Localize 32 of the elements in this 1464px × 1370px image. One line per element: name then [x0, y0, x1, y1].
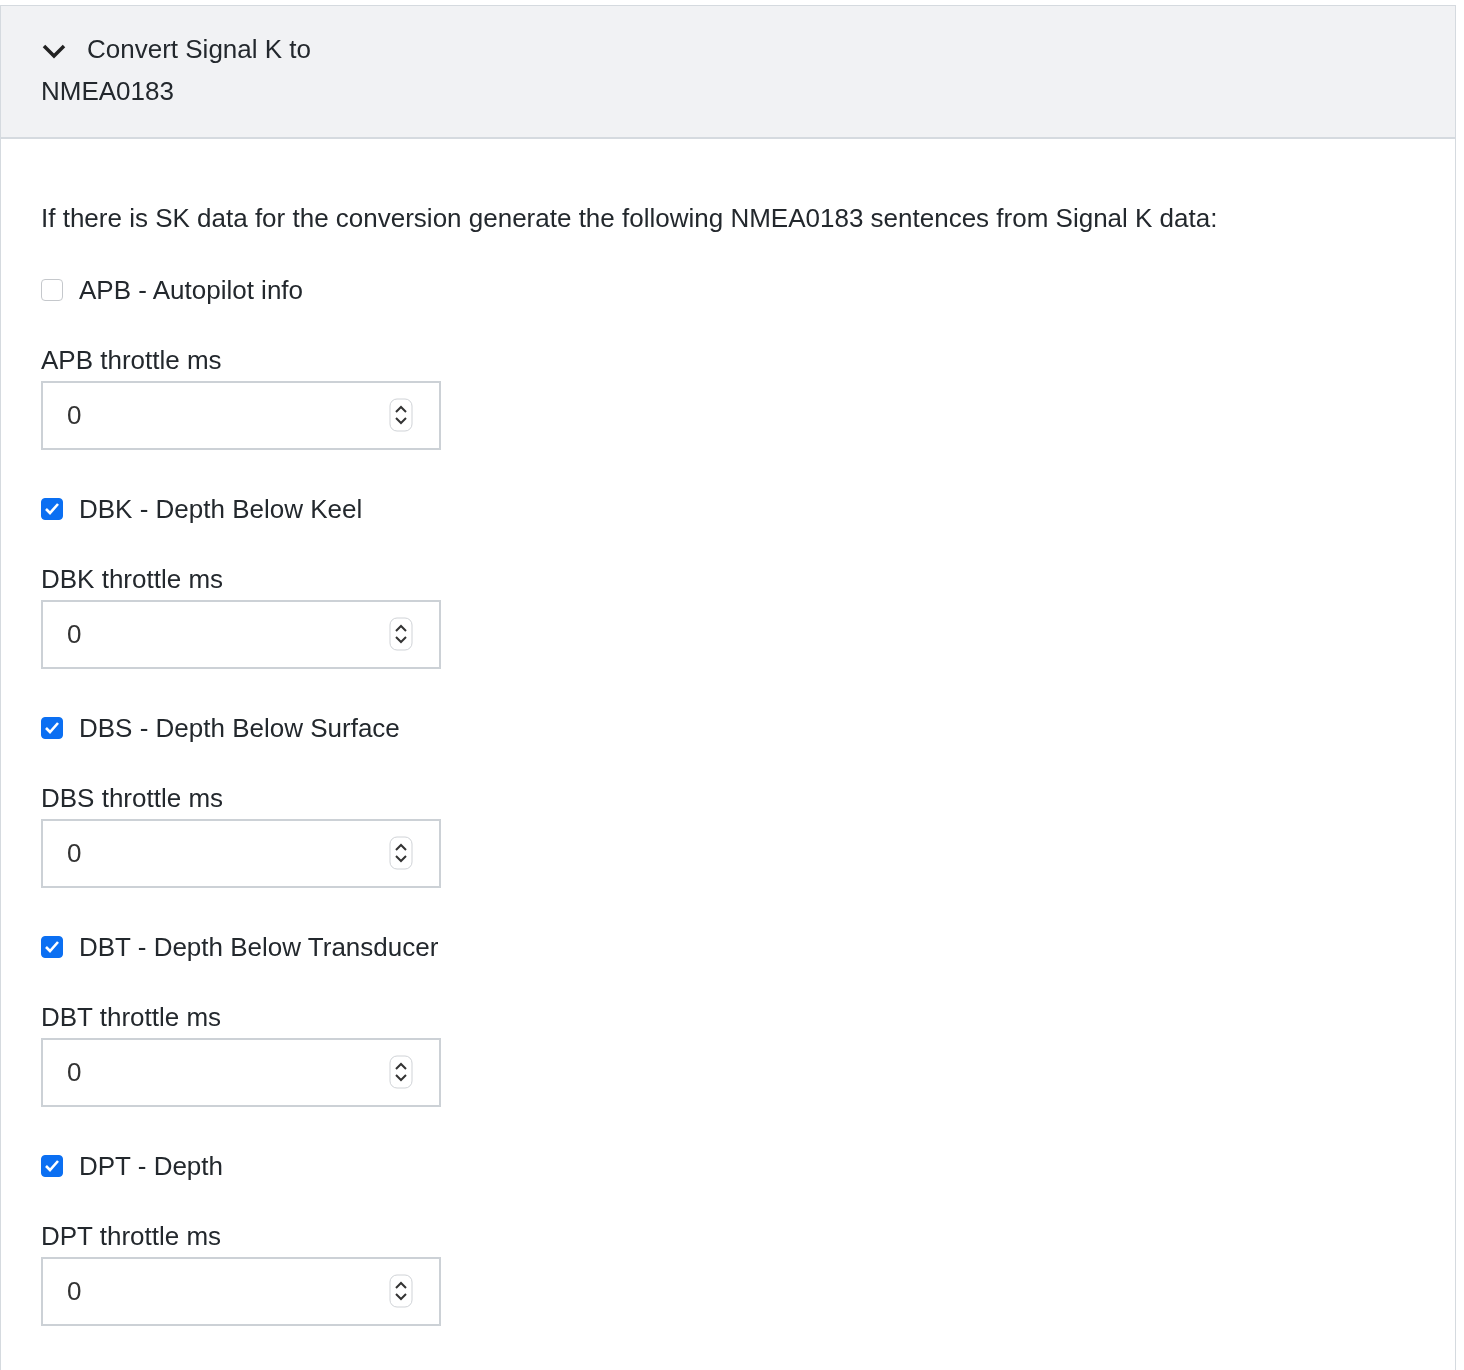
checkbox[interactable]	[41, 1155, 63, 1177]
spinner-icon[interactable]	[389, 398, 413, 432]
checkmark-icon	[44, 1159, 60, 1173]
checkbox[interactable]	[41, 279, 63, 301]
number-field[interactable]: 0	[41, 1257, 441, 1326]
checkbox-label: DBS - Depth Below Surface	[79, 712, 400, 744]
chevron-icon	[41, 42, 67, 61]
field-label: DBS throttle ms	[41, 783, 224, 813]
number-field[interactable]: 0	[41, 819, 441, 888]
checkbox-label: APB - Autopilot info	[79, 274, 304, 306]
checkbox[interactable]	[41, 717, 63, 739]
checkmark-icon	[44, 721, 60, 735]
field-label: DBT throttle ms	[41, 1002, 222, 1032]
checkbox-label: DPT - Depth	[79, 1150, 223, 1182]
spinner-icon[interactable]	[389, 617, 413, 651]
spinner-icon[interactable]	[389, 1274, 413, 1308]
spinner-icon[interactable]	[389, 836, 413, 870]
checkbox-label: DBT - Depth Below Transducer	[79, 931, 439, 963]
field-label: APB throttle ms	[41, 345, 222, 375]
field-label: DPT throttle ms	[41, 1221, 222, 1251]
spinner-icon[interactable]	[389, 1055, 413, 1089]
checkbox-label: DBK - Depth Below Keel	[79, 493, 363, 525]
field-label: DBK throttle ms	[41, 564, 224, 594]
checkmark-icon	[44, 940, 60, 954]
number-field[interactable]: 0	[41, 600, 441, 669]
checkbox[interactable]	[41, 936, 63, 958]
checkmark-icon	[44, 502, 60, 516]
panel-title[interactable]: Convert Signal K to NMEA0183	[41, 28, 361, 112]
checkbox[interactable]	[41, 498, 63, 520]
description-text: If there is SK data for the conversion generate the following NMEA0183 sentences from Signal K data:	[41, 202, 1219, 235]
number-field[interactable]: 0	[41, 381, 441, 450]
number-field[interactable]: 0	[41, 1038, 441, 1107]
